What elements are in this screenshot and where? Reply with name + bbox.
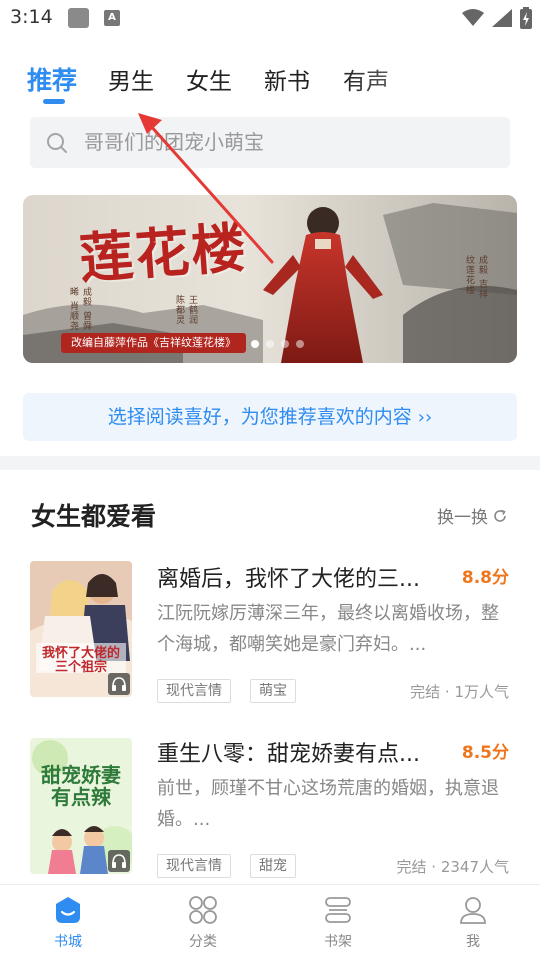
profile-icon [460, 897, 486, 924]
signal-icon [492, 9, 512, 27]
book-meta: 完结 · 2347人气 [396, 858, 509, 876]
chevron-right-icon: ›› [417, 407, 433, 428]
book-tag[interactable]: 甜宠 [250, 854, 296, 878]
book-meta: 完结 · 1万人气 [410, 683, 509, 701]
reading-preference-button[interactable]: 选择阅读喜好，为您推荐喜欢的内容 ›› [23, 393, 517, 441]
carousel-dot[interactable] [281, 340, 289, 348]
book-score: 8.5分 [461, 743, 509, 763]
nav-bookshelf[interactable]: 书架 [298, 895, 378, 951]
tab-fade [340, 56, 540, 102]
book-cover-title: 甜宠娇妻有点辣 [41, 763, 121, 809]
banner-credit-left: 成毅 曾舜晞 肖顺尧 [68, 287, 91, 331]
status-time: 3:14 [10, 6, 53, 28]
nav-label: 书城 [54, 934, 82, 950]
book-tag[interactable]: 萌宝 [250, 679, 296, 703]
banner-title: 莲花楼 [77, 215, 250, 291]
book-description: 前世，顾瑾不甘心这场荒唐的婚姻，执意退婚。... [157, 778, 499, 830]
book-tag[interactable]: 现代言情 [157, 679, 231, 703]
nav-label: 我 [466, 934, 480, 950]
search-icon [47, 133, 67, 153]
audio-badge-icon [108, 850, 130, 872]
book-item[interactable]: 我怀了大佬的三个祖宗 离婚后，我怀了大佬的三... 8.8分 江阮阮嫁厉薄深三年… [0, 561, 540, 711]
refresh-label: 换一换 [437, 508, 488, 528]
carousel-indicator [251, 340, 304, 348]
book-item[interactable]: 甜宠娇妻有点辣 重生八零：甜宠娇妻有点... 8.5分 前世，顾瑾不甘心这场荒唐… [0, 736, 540, 886]
nav-label: 分类 [189, 934, 217, 950]
book-score: 8.8分 [461, 568, 509, 588]
battery-icon [520, 7, 532, 29]
a-notification-icon: A [104, 10, 120, 26]
tab-female[interactable]: 女生 [186, 62, 232, 96]
book-title[interactable]: 重生八零：甜宠娇妻有点... [157, 736, 442, 768]
book-cover-title: 我怀了大佬的三个祖宗 [41, 646, 120, 675]
tab-male[interactable]: 男生 [108, 62, 154, 96]
refresh-icon [494, 509, 506, 522]
tab-recommend[interactable]: 推荐 [27, 61, 77, 97]
carousel-dot[interactable] [296, 340, 304, 348]
search-bar[interactable]: 哥哥们的团宠小萌宝 [30, 117, 510, 168]
category-icon [189, 896, 217, 924]
bookstore-icon [56, 897, 80, 923]
carousel-dot[interactable] [251, 340, 259, 348]
active-tab-indicator [43, 99, 65, 104]
notification-icon [68, 8, 89, 28]
nav-profile[interactable]: 我 [433, 895, 513, 951]
refresh-button[interactable]: 换一换 [437, 503, 508, 528]
banner-carousel[interactable]: 莲花楼 成毅 曾舜晞 肖顺尧 王鹤润 陈都灵 成毅 吉祥纹莲花楼 改编自藤萍作品… [23, 195, 517, 363]
status-bar: 3:14 A [0, 0, 540, 36]
audio-badge-icon [108, 673, 130, 695]
book-tag[interactable]: 现代言情 [157, 854, 231, 878]
bookshelf-icon [325, 897, 351, 923]
nav-label: 书架 [324, 934, 352, 950]
book-cover[interactable]: 我怀了大佬的三个祖宗 [30, 561, 132, 697]
book-title[interactable]: 离婚后，我怀了大佬的三... [157, 561, 442, 593]
banner-credit-mid: 王鹤润 陈都灵 [174, 295, 197, 325]
wifi-icon [462, 9, 484, 26]
search-input[interactable]: 哥哥们的团宠小萌宝 [84, 117, 484, 168]
book-description: 江阮阮嫁厉薄深三年，最终以离婚收场，整个海城，都嘲笑她是豪门弃妇。... [157, 603, 499, 655]
section-title: 女生都爱看 [31, 502, 157, 531]
nav-bookstore[interactable]: 书城 [28, 895, 108, 951]
nav-category[interactable]: 分类 [163, 895, 243, 951]
tab-new-books[interactable]: 新书 [264, 62, 310, 96]
banner-credit-right: 成毅 吉祥纹莲花楼 [464, 255, 487, 299]
bottom-navigation: 书城 分类 书架 我 [0, 884, 540, 960]
section-divider [0, 456, 540, 470]
status-icons [462, 6, 532, 30]
banner-caption: 改编自藤萍作品《吉祥纹莲花楼》 [61, 333, 246, 353]
preference-label: 选择阅读喜好，为您推荐喜欢的内容 [107, 406, 412, 428]
book-cover[interactable]: 甜宠娇妻有点辣 [30, 738, 132, 874]
carousel-dot[interactable] [266, 340, 274, 348]
